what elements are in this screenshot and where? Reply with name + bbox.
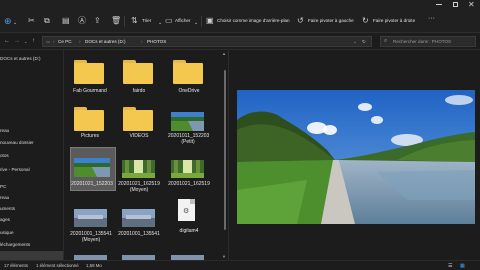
rotate-right-icon[interactable]: ↻	[362, 17, 369, 25]
command-separator	[124, 16, 125, 27]
recent-dropdown-icon[interactable]: ⌄	[24, 38, 27, 45]
folder-icon[interactable]	[173, 60, 203, 84]
wallpaper-icon[interactable]: ▣	[206, 17, 214, 25]
back-icon[interactable]: ←	[4, 38, 10, 45]
command-separator	[201, 16, 202, 27]
file-name[interactable]: 20201001_135541 (Moyen)	[70, 231, 112, 243]
preview-pane	[228, 50, 480, 260]
sidebar-item[interactable]: reau	[0, 195, 9, 201]
refresh-icon[interactable]: ↻	[362, 39, 366, 45]
folder-icon[interactable]	[123, 107, 153, 131]
search-input[interactable]: Rechercher dans : PHOTOS	[393, 39, 451, 44]
scroll-up-icon[interactable]: ▲	[222, 51, 226, 56]
close-window-button[interactable]: ✕	[468, 0, 475, 10]
image-thumbnail[interactable]	[122, 209, 155, 227]
rotate-right-button[interactable]: Faire pivoter à droite	[373, 18, 415, 24]
sort-button[interactable]: Trier	[142, 18, 151, 24]
file-name[interactable]: VIDEOS	[120, 133, 158, 139]
title-bar: ✕	[0, 0, 480, 10]
item-count: 17 éléments	[4, 263, 28, 268]
file-name[interactable]: Pictures	[71, 133, 109, 139]
up-icon[interactable]: ↑	[32, 38, 35, 45]
cut-icon[interactable]: ✂	[28, 17, 35, 25]
view-button[interactable]: Afficher	[175, 18, 191, 24]
minimize-button[interactable]	[436, 4, 442, 5]
view-dropdown-icon[interactable]: ⌄	[194, 19, 198, 27]
rename-icon[interactable]: Ⓐ	[78, 17, 86, 25]
preview-image	[237, 90, 475, 224]
generic-file-icon[interactable]: ⚙	[178, 199, 195, 221]
sidebar-item[interactable]: ages	[0, 217, 10, 223]
scroll-down-icon[interactable]: ▼	[222, 254, 226, 259]
thumbnail-view-icon[interactable]: ▦	[460, 263, 465, 269]
share-icon[interactable]: ⇪	[94, 17, 101, 25]
sidebar-item[interactable]: nouveau dossier	[0, 140, 34, 146]
more-options-button[interactable]: ···	[428, 15, 435, 22]
view-icon[interactable]: ▭	[165, 17, 173, 25]
folder-icon[interactable]	[123, 60, 153, 84]
file-name-selected[interactable]: 20201021_152203	[70, 181, 114, 187]
image-thumbnail[interactable]	[74, 158, 110, 177]
file-name[interactable]: digitam4	[168, 228, 210, 234]
sidebar-item[interactable]: usique	[0, 230, 14, 236]
chevron-right-icon: ›	[79, 39, 81, 44]
set-background-button[interactable]: Choisir comme image d'arrière-plan	[217, 18, 290, 24]
maximize-button[interactable]	[453, 2, 458, 7]
paste-icon[interactable]: ▤	[62, 17, 70, 25]
file-name[interactable]: 20201021_162519	[168, 181, 210, 187]
file-name[interactable]: 20201021_162519 (Moyen)	[118, 181, 160, 193]
file-name[interactable]: OneDrive	[170, 88, 208, 94]
address-bar[interactable]: ▭ › Ce PC › DOCs et autres (D:) › PHOTOS…	[42, 36, 372, 47]
new-dropdown-icon[interactable]: ⌄	[13, 19, 17, 27]
image-thumbnail[interactable]	[122, 160, 155, 178]
scrollbar-thumb[interactable]	[224, 70, 226, 230]
sidebar-selection-highlight	[0, 251, 63, 260]
sidebar-item[interactable]: reau	[0, 128, 9, 134]
file-list: Fab Gourmand fairdo OneDrive Pictures VI…	[64, 50, 222, 260]
forward-icon[interactable]: →	[14, 38, 20, 45]
address-row: ← → ⌄ ↑ ▭ › Ce PC › DOCs et autres (D:) …	[0, 33, 480, 50]
details-view-icon[interactable]: ☰	[448, 263, 452, 269]
new-item-icon[interactable]: ⊕	[4, 17, 12, 26]
search-box[interactable]: ⌕ Rechercher dans : PHOTOS	[380, 36, 476, 47]
folder-icon[interactable]	[74, 107, 104, 131]
search-icon: ⌕	[384, 38, 388, 44]
command-bar: ⊕ ⌄ ✂ ⧉ ▤ Ⓐ ⇪ 🗑 ⇅ Trier ⌄ ▭ Afficher ⌄ ▣…	[0, 10, 480, 33]
image-thumbnail[interactable]	[74, 209, 107, 227]
selection-count: 1 élément sélectionné	[36, 263, 79, 268]
file-name[interactable]: 20201001_135541	[118, 231, 160, 237]
copy-icon[interactable]: ⧉	[44, 17, 50, 25]
sidebar-item[interactable]: otos	[0, 153, 9, 159]
image-thumbnail[interactable]	[171, 112, 204, 131]
file-name[interactable]: Fab Gourmand	[71, 88, 109, 94]
sidebar-item[interactable]: uments	[0, 206, 15, 212]
sort-icon[interactable]: ⇅	[131, 17, 138, 25]
breadcrumb-photos[interactable]: PHOTOS	[147, 39, 166, 45]
chevron-right-icon: ›	[53, 39, 55, 44]
navigation-pane: DOCs et autres (D:) reau nouveau dossier…	[0, 50, 64, 260]
sidebar-item[interactable]: léchargements	[0, 242, 30, 248]
sidebar-item[interactable]: rive - Personal	[0, 167, 30, 173]
breadcrumb-ce-pc[interactable]: Ce PC	[58, 39, 72, 45]
chevron-right-icon: ›	[141, 39, 143, 44]
pc-icon: ▭	[46, 39, 51, 44]
selection-size: 1,58 Mo	[86, 263, 102, 268]
file-name[interactable]: fairdo	[120, 88, 158, 94]
sidebar-item[interactable]: DOCs et autres (D:)	[0, 56, 41, 62]
folder-icon[interactable]	[74, 60, 104, 84]
sort-dropdown-icon[interactable]: ⌄	[158, 19, 162, 27]
address-dropdown-icon[interactable]: ⌄	[353, 39, 357, 45]
rotate-left-icon[interactable]: ↺	[297, 17, 304, 25]
image-thumbnail[interactable]	[171, 160, 204, 178]
delete-icon[interactable]: 🗑	[111, 17, 121, 25]
breadcrumb-drive-d[interactable]: DOCs et autres (D:)	[85, 39, 126, 45]
rotate-left-button[interactable]: Faire pivoter à gauche	[308, 18, 354, 24]
sidebar-item[interactable]: PC	[0, 184, 6, 190]
status-bar: 17 éléments 1 élément sélectionné 1,58 M…	[0, 260, 480, 270]
file-name[interactable]: 20201011_152203 (Petit)	[168, 133, 209, 145]
